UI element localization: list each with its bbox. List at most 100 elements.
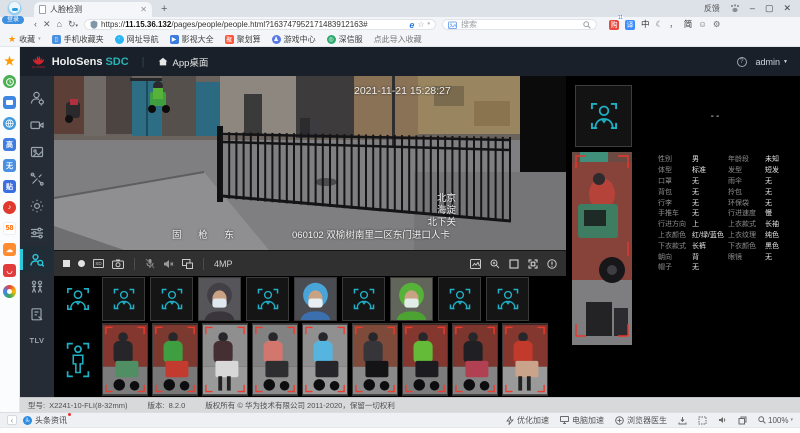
paw-icon[interactable] <box>730 4 740 13</box>
user-menu[interactable]: admin▼ <box>756 57 788 67</box>
video-app-icon[interactable] <box>3 96 16 109</box>
news-feed-button[interactable]: 头 头条资讯 <box>23 415 67 426</box>
image-adjust-button[interactable] <box>470 259 481 269</box>
new-tab-button[interactable]: + <box>161 3 167 15</box>
bookmark-movies[interactable]: ▶影视大全 <box>170 34 214 45</box>
punctuation-icon[interactable]: ， <box>669 20 678 29</box>
face-thumbnail-placeholder[interactable] <box>342 277 385 321</box>
download-icon[interactable] <box>678 416 687 425</box>
sd-card-button[interactable]: SD <box>93 259 104 268</box>
maximize-button[interactable]: ▢ <box>765 4 774 13</box>
sidebar-item-smart-config[interactable] <box>20 84 54 111</box>
face-thumbnail-placeholder[interactable] <box>150 277 193 321</box>
face-thumbnail[interactable] <box>390 277 433 321</box>
search-icon[interactable] <box>583 21 591 29</box>
multi-window-icon[interactable] <box>738 416 747 425</box>
bookmark-sangfor[interactable]: ◎深信服 <box>327 34 363 45</box>
night-mode-icon[interactable]: ☾ <box>656 20 664 29</box>
settings-gear-icon[interactable]: ⚙ <box>713 20 721 29</box>
bookmark-site-nav[interactable]: ◦网址导航 <box>115 34 159 45</box>
person-thumbnail[interactable] <box>452 323 498 396</box>
sidebar-item-person-search[interactable] <box>20 246 54 273</box>
collapse-icon[interactable]: ‹ <box>7 415 17 425</box>
lang-cn-button[interactable]: 中 <box>641 20 650 29</box>
gao-app-icon[interactable]: 高 <box>3 138 16 151</box>
music-icon[interactable]: ♪ <box>3 201 16 214</box>
image-search-icon[interactable] <box>448 21 457 29</box>
zoom-button[interactable] <box>490 259 500 269</box>
history-clock-icon[interactable] <box>3 75 16 88</box>
mic-muted-icon[interactable] <box>145 258 155 269</box>
tab-close-icon[interactable]: ✕ <box>140 6 147 14</box>
web-globe-icon[interactable] <box>3 117 16 130</box>
optimize-boost-button[interactable]: 优化加速 <box>506 415 549 426</box>
user-avatar[interactable] <box>7 1 22 16</box>
bookmark-game-center[interactable]: ♟游戏中心 <box>272 34 316 45</box>
sidebar-item-tasks[interactable] <box>20 300 54 327</box>
favorites-star-icon[interactable]: ★ <box>3 54 16 67</box>
live-video[interactable]: 2021-11-21 15:28:27 北京 海淀 北下关 固 枪 东 0601… <box>54 76 566 250</box>
shopping-badge[interactable]: 购11 <box>609 20 619 30</box>
search-box[interactable]: 搜索 <box>442 19 597 30</box>
sidebar-item-tlv[interactable]: TLV <box>20 327 54 354</box>
screenshot-icon[interactable] <box>698 416 707 425</box>
home-icon[interactable]: ⌂ <box>57 20 62 29</box>
snapshot-button[interactable] <box>112 259 124 269</box>
person-thumbnail[interactable] <box>352 323 398 396</box>
bookmark-juhuasuan[interactable]: 聚聚划算 <box>225 34 261 45</box>
pc-boost-button[interactable]: 电脑加速 <box>560 415 604 426</box>
feedback-link[interactable]: 反馈 <box>704 3 720 14</box>
back-icon[interactable]: ‹ <box>34 20 37 29</box>
bookmark-star-icon[interactable]: ☆ <box>417 21 424 29</box>
record-button[interactable] <box>78 260 85 267</box>
person-thumbnail[interactable] <box>152 323 198 396</box>
shop-bag-icon[interactable]: ◡ <box>3 264 16 277</box>
person-thumbnail[interactable] <box>402 323 448 396</box>
stop-icon[interactable]: ✕ <box>43 20 51 29</box>
person-thumbnail[interactable] <box>302 323 348 396</box>
face-thumbnail[interactable] <box>294 277 337 321</box>
sidebar-item-image[interactable] <box>20 138 54 165</box>
sound-icon[interactable] <box>718 416 727 424</box>
resolution-label[interactable]: 4MP <box>214 259 233 269</box>
minimize-button[interactable]: – <box>750 4 755 13</box>
wuba-icon[interactable]: 58 <box>3 222 16 235</box>
person-thumbnail[interactable] <box>202 323 248 396</box>
original-size-button[interactable] <box>509 259 519 269</box>
person-thumbnail[interactable] <box>252 323 298 396</box>
wu-app-icon[interactable]: 无 <box>3 159 16 172</box>
nav-app-desktop[interactable]: App桌面 <box>158 55 209 69</box>
stop-button[interactable] <box>63 260 70 267</box>
nav-wheel-icon[interactable] <box>3 285 16 298</box>
face-thumbnail[interactable] <box>198 277 241 321</box>
sidebar-item-parameters[interactable] <box>20 219 54 246</box>
ie-mode-icon[interactable]: e <box>409 20 414 30</box>
speaker-muted-icon[interactable] <box>163 259 174 269</box>
login-button[interactable]: 登录 <box>2 16 24 24</box>
sidebar-item-settings[interactable] <box>20 192 54 219</box>
close-button[interactable]: ✕ <box>783 4 791 13</box>
favorites-menu[interactable]: ★收藏▾ <box>8 34 41 45</box>
simplified-button[interactable]: 简 <box>684 20 693 29</box>
import-bookmarks-hint[interactable]: 点此导入收藏 <box>374 34 422 45</box>
person-snapshot[interactable] <box>572 152 632 345</box>
tieba-icon[interactable]: 贴 <box>3 180 16 193</box>
address-bar[interactable]: https://11.15.36.132/pages/people/people… <box>84 19 436 30</box>
cloud-icon[interactable]: ☁ <box>3 243 16 256</box>
zoom-level-control[interactable]: 100%▾ <box>758 416 793 425</box>
fullscreen-button[interactable] <box>528 259 538 269</box>
refresh-icon[interactable]: ↻▾ <box>68 20 78 29</box>
translate-badge[interactable]: 译 <box>625 20 635 30</box>
face-thumbnail-placeholder[interactable] <box>438 277 481 321</box>
browser-doctor-button[interactable]: 浏览器医生 <box>615 415 667 426</box>
person-thumbnail[interactable] <box>502 323 548 396</box>
face-thumbnail-placeholder[interactable] <box>102 277 145 321</box>
face-thumbnail-placeholder[interactable] <box>246 277 289 321</box>
person-thumbnail[interactable] <box>102 323 148 396</box>
sidebar-item-maintenance[interactable] <box>20 165 54 192</box>
sidebar-item-pedestrians[interactable] <box>20 273 54 300</box>
face-thumbnail-placeholder[interactable] <box>486 277 529 321</box>
help-icon[interactable]: ? <box>737 57 747 67</box>
sidebar-item-video[interactable] <box>20 111 54 138</box>
mood-icon[interactable]: ☺ <box>698 20 707 29</box>
